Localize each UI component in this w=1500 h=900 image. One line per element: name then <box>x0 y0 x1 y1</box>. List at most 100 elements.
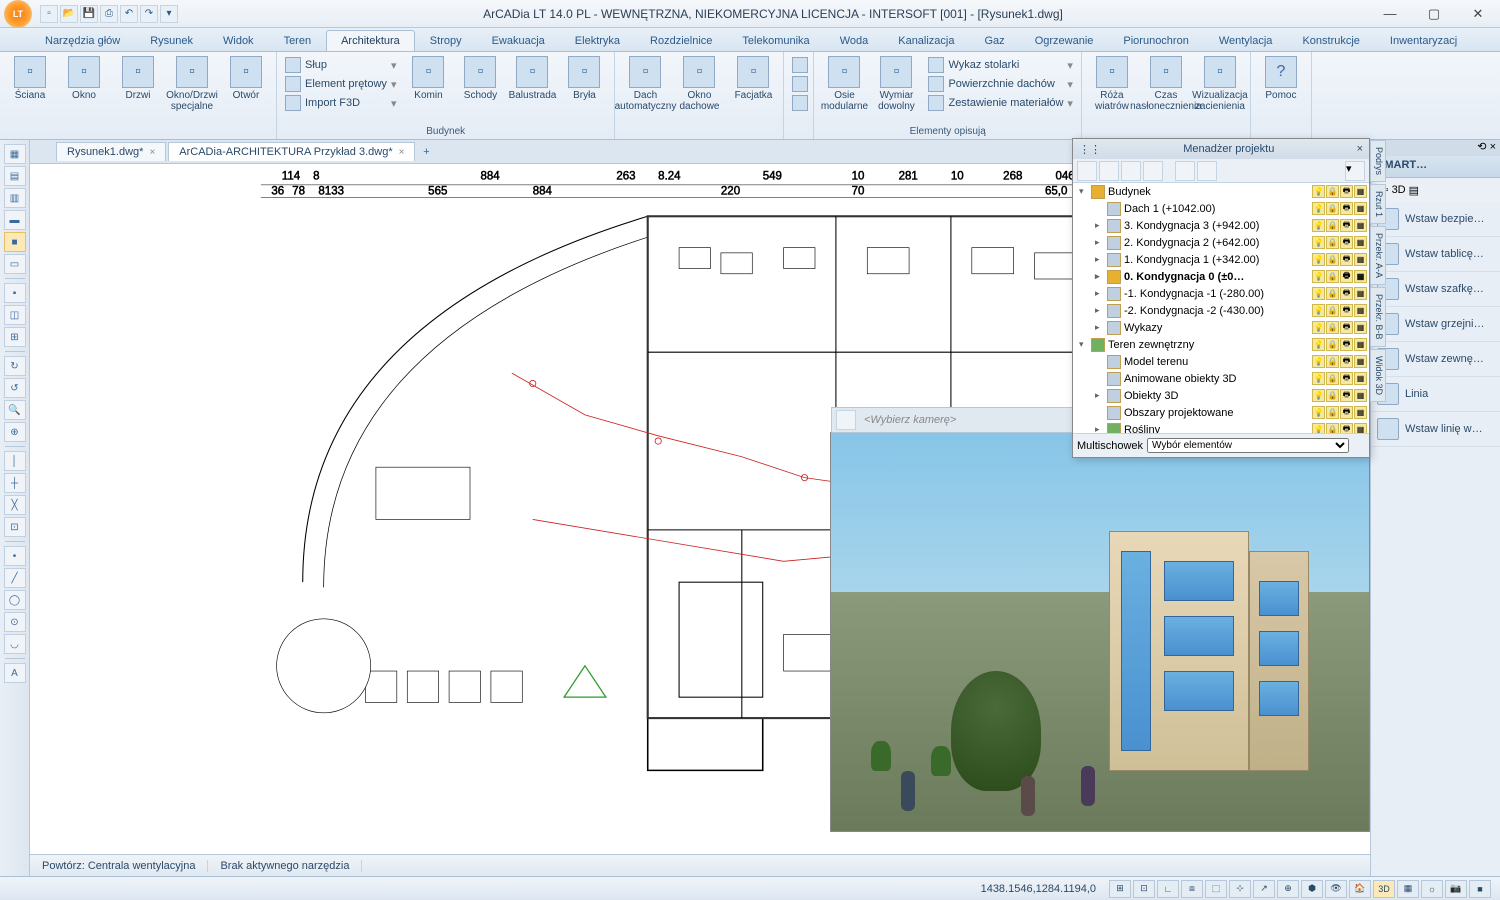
left-tool-button[interactable]: ↻ <box>4 356 26 376</box>
pm-tool-icon[interactable] <box>1121 161 1141 181</box>
color-icon[interactable]: ▦ <box>1354 389 1367 402</box>
left-tool-button[interactable]: │ <box>4 451 26 471</box>
project-tree-item[interactable]: ▸0. Kondygnacja 0 (±0…💡🔒🖶▦ <box>1073 268 1369 285</box>
print-icon[interactable]: 🖶 <box>1340 236 1353 249</box>
status-toggle[interactable]: ↗ <box>1253 880 1275 898</box>
ribbon-button[interactable]: ▫Otwór <box>220 54 272 114</box>
pm-tool-icon[interactable] <box>1099 161 1119 181</box>
lock-icon[interactable]: 🔒 <box>1326 270 1339 283</box>
pm-tool-icon[interactable] <box>1197 161 1217 181</box>
ribbon-tab[interactable]: Stropy <box>415 30 477 51</box>
smart-item[interactable]: Wstaw linię w… <box>1371 412 1500 447</box>
pm-tool-icon[interactable] <box>1175 161 1195 181</box>
color-icon[interactable]: ▦ <box>1354 219 1367 232</box>
expand-icon[interactable]: ▸ <box>1095 424 1107 433</box>
ribbon-button[interactable]: ▫Schody <box>454 54 506 114</box>
ribbon-tab[interactable]: Ogrzewanie <box>1020 30 1109 51</box>
ribbon-tab[interactable]: Telekomunika <box>727 30 824 51</box>
left-tool-button[interactable]: ◯ <box>4 590 26 610</box>
tab-close-icon[interactable]: × <box>149 147 155 158</box>
expand-icon[interactable]: ▸ <box>1095 305 1107 316</box>
print-icon[interactable]: 🖶 <box>1340 321 1353 334</box>
ribbon-button[interactable]: ▫Bryła <box>558 54 610 114</box>
lock-icon[interactable]: 🔒 <box>1326 423 1339 433</box>
ribbon-tab[interactable]: Wentylacja <box>1204 30 1288 51</box>
status-toggle[interactable]: ⧈ <box>1181 880 1203 898</box>
project-tree-item[interactable]: Obszary projektowane💡🔒🖶▦ <box>1073 404 1369 421</box>
ribbon-small-btn[interactable] <box>788 94 812 112</box>
qat-new-icon[interactable]: ▫ <box>40 5 58 23</box>
left-tool-button[interactable]: ▭ <box>4 254 26 274</box>
left-tool-button[interactable]: A <box>4 663 26 683</box>
ribbon-button[interactable]: ▫Facjatka <box>727 54 779 114</box>
bulb-icon[interactable]: 💡 <box>1312 219 1325 232</box>
color-icon[interactable]: ▦ <box>1354 423 1367 433</box>
expand-icon[interactable]: ▸ <box>1095 254 1107 265</box>
print-icon[interactable]: 🖶 <box>1340 389 1353 402</box>
color-icon[interactable]: ▦ <box>1354 202 1367 215</box>
left-tool-button[interactable]: 🔍 <box>4 400 26 420</box>
lock-icon[interactable]: 🔒 <box>1326 406 1339 419</box>
pm-tool-icon[interactable] <box>1143 161 1163 181</box>
maximize-button[interactable]: ▢ <box>1412 0 1456 28</box>
project-tree-item[interactable]: ▸-1. Kondygnacja -1 (-280.00)💡🔒🖶▦ <box>1073 285 1369 302</box>
project-tree-item[interactable]: ▾Teren zewnętrzny💡🔒🖶▦ <box>1073 336 1369 353</box>
left-tool-button[interactable]: ▤ <box>4 166 26 186</box>
color-icon[interactable]: ▦ <box>1354 236 1367 249</box>
ribbon-button[interactable]: ▫Wizualizacja zacienienia <box>1194 54 1246 114</box>
status-toggle[interactable]: ⊹ <box>1229 880 1251 898</box>
ribbon-tab[interactable]: Piorunochron <box>1108 30 1203 51</box>
expand-icon[interactable]: ▸ <box>1095 271 1107 282</box>
print-icon[interactable]: 🖶 <box>1340 219 1353 232</box>
bulb-icon[interactable]: 💡 <box>1312 270 1325 283</box>
ribbon-tab[interactable]: Elektryka <box>560 30 635 51</box>
smart-item[interactable]: Wstaw bezpie… <box>1371 202 1500 237</box>
lock-icon[interactable]: 🔒 <box>1326 372 1339 385</box>
ribbon-tab[interactable]: Woda <box>825 30 884 51</box>
project-tree-item[interactable]: ▸-2. Kondygnacja -2 (-430.00)💡🔒🖶▦ <box>1073 302 1369 319</box>
ribbon-tab[interactable]: Gaz <box>970 30 1020 51</box>
smart-item[interactable]: Wstaw zewnę… <box>1371 342 1500 377</box>
bulb-icon[interactable]: 💡 <box>1312 304 1325 317</box>
ribbon-tab[interactable]: Widok <box>208 30 269 51</box>
print-icon[interactable]: 🖶 <box>1340 372 1353 385</box>
side-tab[interactable]: Widok 3D <box>1370 349 1386 402</box>
ribbon-tab[interactable]: Inwentaryzacj <box>1375 30 1472 51</box>
project-tree-item[interactable]: Animowane obiekty 3D💡🔒🖶▦ <box>1073 370 1369 387</box>
ribbon-tab[interactable]: Ewakuacja <box>477 30 560 51</box>
smart-item[interactable]: Wstaw grzejni… <box>1371 307 1500 342</box>
bulb-icon[interactable]: 💡 <box>1312 372 1325 385</box>
bulb-icon[interactable]: 💡 <box>1312 321 1325 334</box>
color-icon[interactable]: ▦ <box>1354 321 1367 334</box>
left-tool-button[interactable]: ◫ <box>4 305 26 325</box>
pm-grip-icon[interactable]: ⋮⋮ <box>1079 143 1101 156</box>
print-icon[interactable]: 🖶 <box>1340 287 1353 300</box>
left-tool-button[interactable]: ┼ <box>4 473 26 493</box>
pm-tool-icon[interactable] <box>1077 161 1097 181</box>
ribbon-button[interactable]: ▫Czas nasłonecznienia <box>1140 54 1192 114</box>
ribbon-tab[interactable]: Konstrukcje <box>1287 30 1374 51</box>
color-icon[interactable]: ▦ <box>1354 355 1367 368</box>
qat-open-icon[interactable]: 📂 <box>60 5 78 23</box>
bulb-icon[interactable]: 💡 <box>1312 287 1325 300</box>
expand-icon[interactable]: ▸ <box>1095 390 1107 401</box>
new-tab-button[interactable]: + <box>417 143 435 161</box>
repeat-command[interactable]: Powtórz: Centrala wentylacyjna <box>30 860 208 872</box>
ribbon-small-button[interactable]: Wykaz stolarki▾ <box>924 56 1076 74</box>
left-tool-button[interactable]: ⊕ <box>4 422 26 442</box>
lock-icon[interactable]: 🔒 <box>1326 304 1339 317</box>
ribbon-button[interactable]: ▫Okno <box>58 54 110 114</box>
print-icon[interactable]: 🖶 <box>1340 338 1353 351</box>
print-icon[interactable]: 🖶 <box>1340 304 1353 317</box>
left-tool-button[interactable]: ╱ <box>4 568 26 588</box>
print-icon[interactable]: 🖶 <box>1340 253 1353 266</box>
project-tree-item[interactable]: ▸2. Kondygnacja 2 (+642.00)💡🔒🖶▦ <box>1073 234 1369 251</box>
ribbon-tab[interactable]: Narzędzia głów <box>30 30 135 51</box>
3d-tool-icon[interactable] <box>836 410 856 430</box>
print-icon[interactable]: 🖶 <box>1340 423 1353 433</box>
project-tree-item[interactable]: ▸Obiekty 3D💡🔒🖶▦ <box>1073 387 1369 404</box>
expand-icon[interactable]: ▾ <box>1079 186 1091 197</box>
bulb-icon[interactable]: 💡 <box>1312 423 1325 433</box>
qat-save-icon[interactable]: 💾 <box>80 5 98 23</box>
lock-icon[interactable]: 🔒 <box>1326 185 1339 198</box>
